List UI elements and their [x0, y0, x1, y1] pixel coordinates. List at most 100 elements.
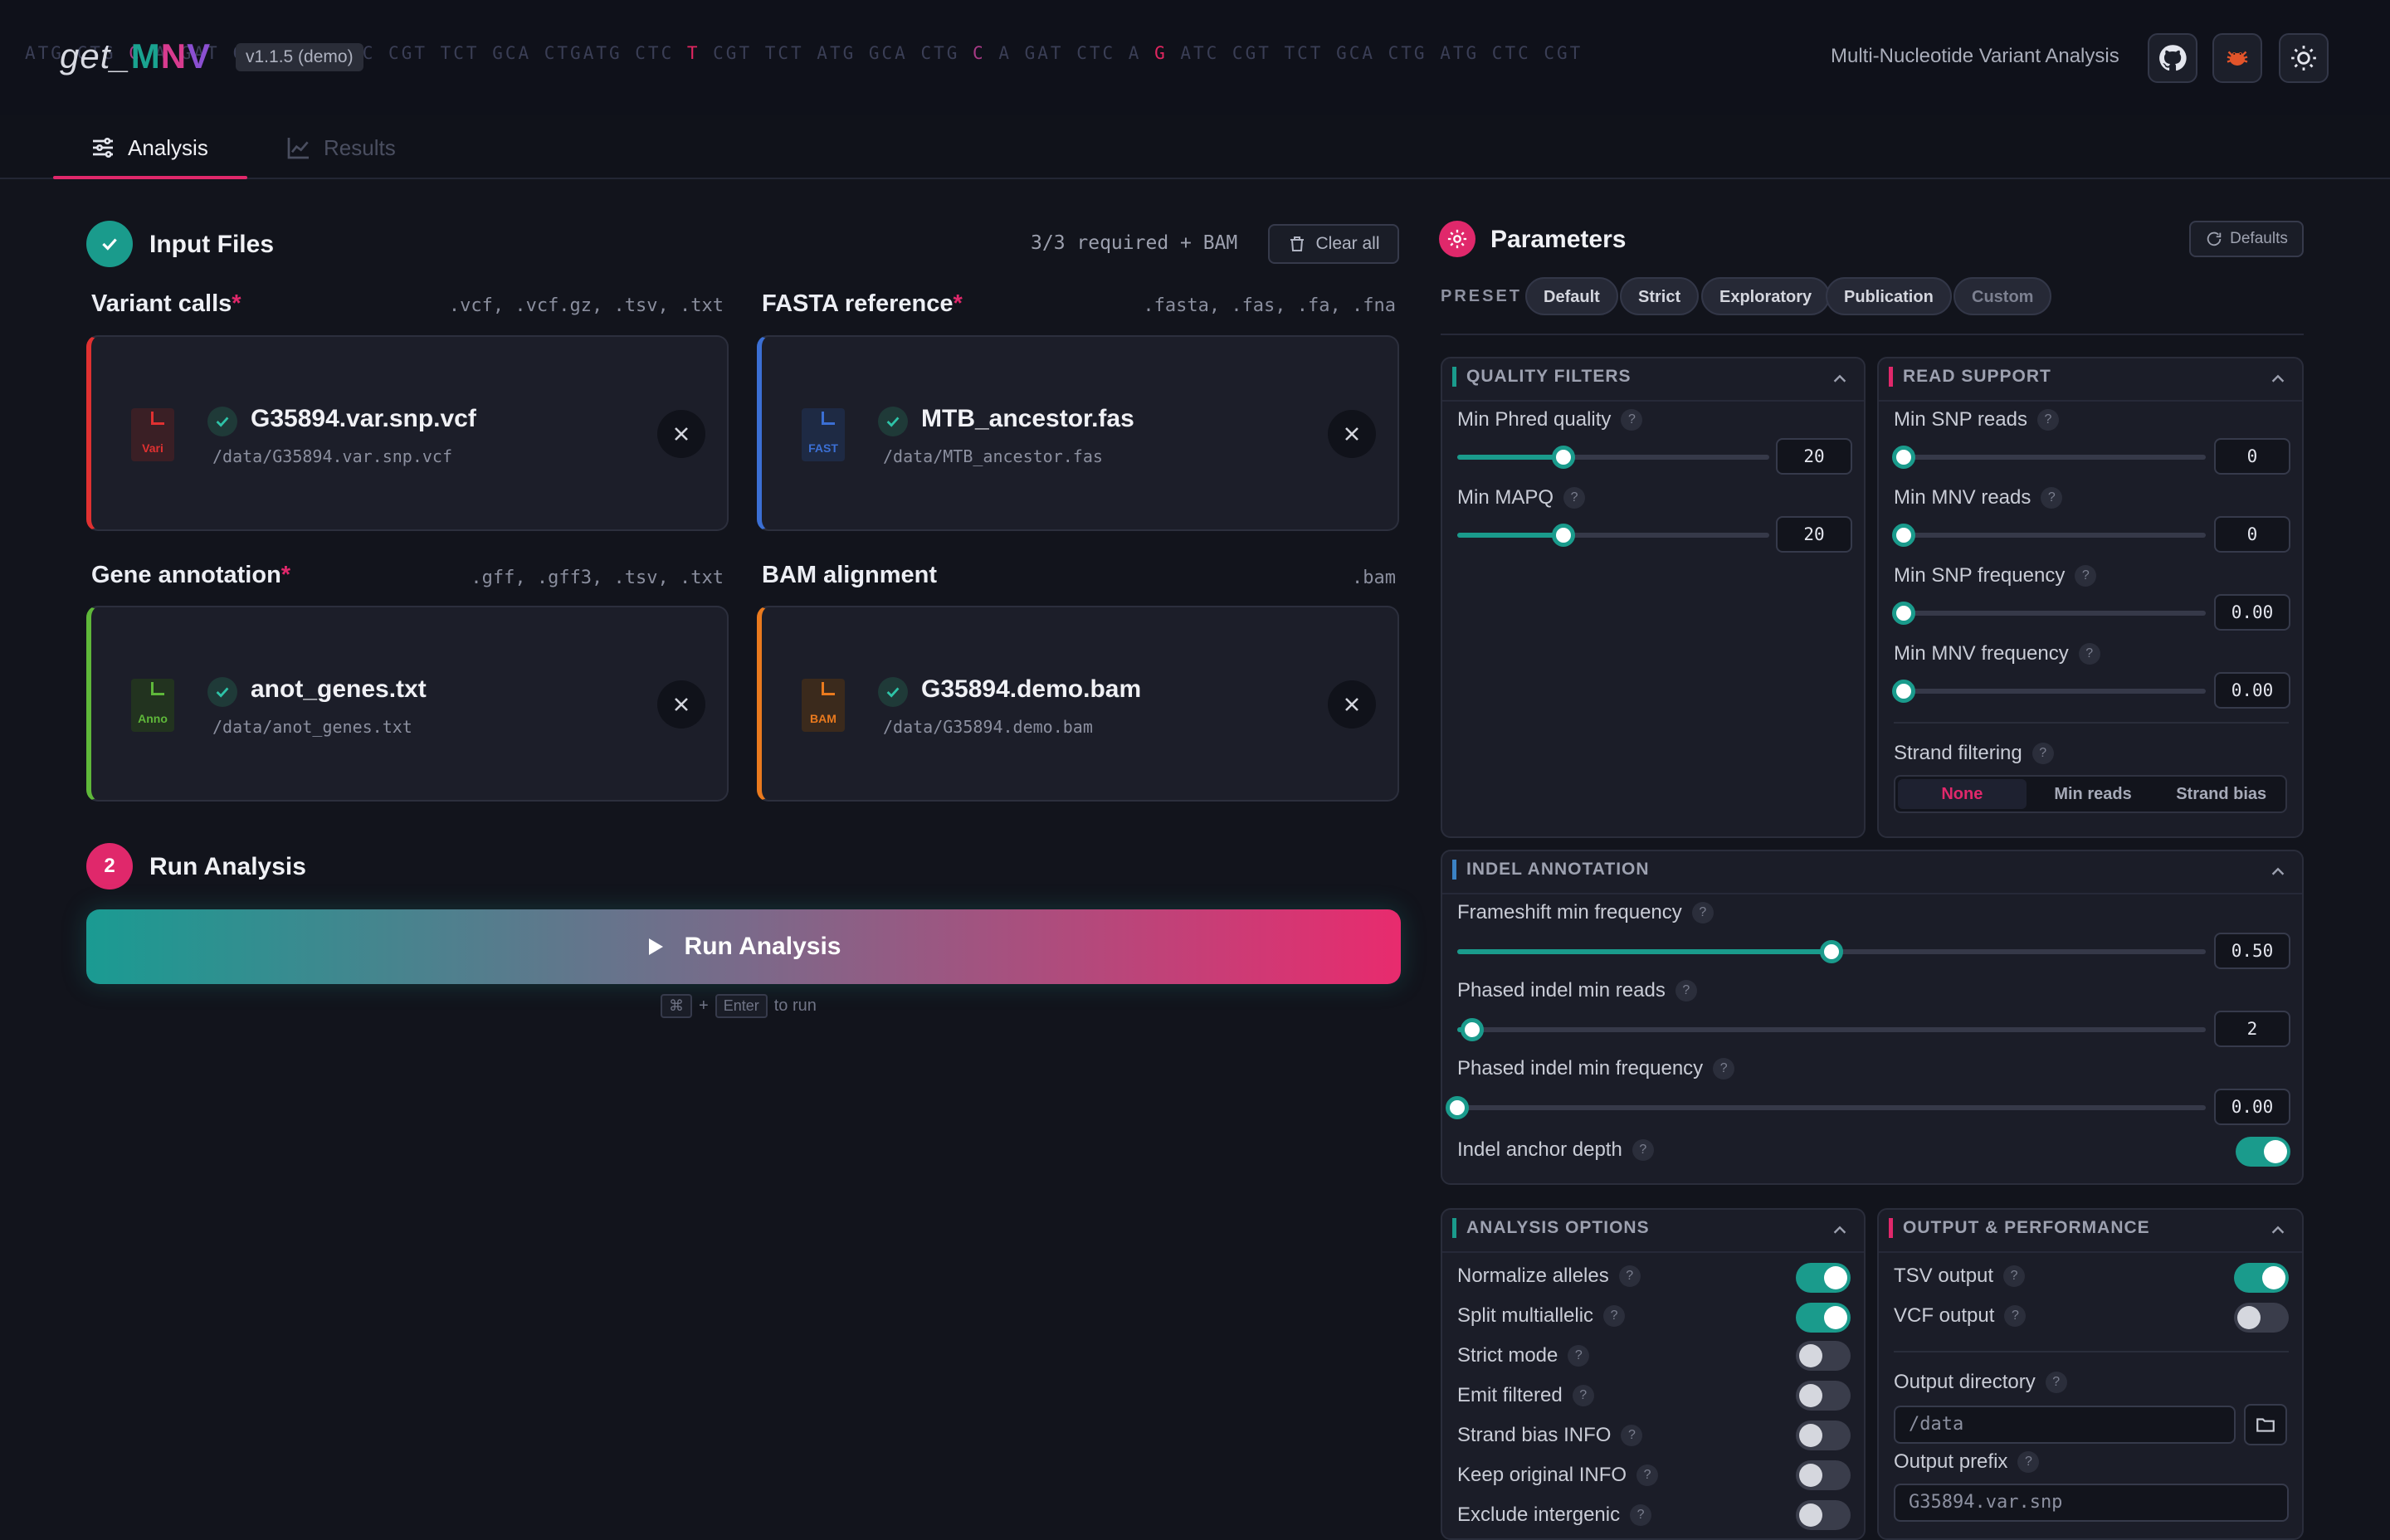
slider-thumb[interactable]	[1892, 524, 1915, 547]
strand-filter-strand-bias[interactable]: Strand bias	[2157, 777, 2285, 811]
help-icon[interactable]: ?	[2041, 487, 2063, 509]
strand-bias-info-toggle[interactable]	[1796, 1421, 1851, 1450]
min-phred-value[interactable]: 20	[1776, 438, 1852, 475]
help-icon[interactable]: ?	[1713, 1058, 1735, 1079]
tsv-output-toggle[interactable]	[2234, 1263, 2289, 1293]
exclude-intergenic-toggle[interactable]	[1796, 1500, 1851, 1530]
collapse-chevron-icon[interactable]	[2269, 863, 2287, 885]
min-snp-frequency-value[interactable]: 0.00	[2214, 594, 2290, 631]
help-icon[interactable]: ?	[1603, 1305, 1626, 1327]
emit-filtered-toggle[interactable]	[1796, 1381, 1851, 1411]
tab-analysis[interactable]: Analysis	[90, 129, 208, 166]
fasta-reference-card[interactable]: FAST MTB_ancestor.fas /data/MTB_ancestor…	[757, 335, 1399, 531]
preset-strict-chip[interactable]: Strict	[1620, 277, 1700, 315]
remove-gene-annotation-button[interactable]	[657, 680, 705, 729]
remove-variant-calls-button[interactable]	[657, 410, 705, 458]
preset-publication-chip[interactable]: Publication	[1826, 277, 1952, 315]
collapse-chevron-icon[interactable]	[1831, 370, 1849, 392]
min-mnv-frequency-slider[interactable]	[1892, 680, 2206, 703]
tab-results[interactable]: Results	[285, 129, 396, 166]
preset-default-chip[interactable]: Default	[1525, 277, 1618, 315]
slider-thumb[interactable]	[1892, 602, 1915, 625]
bam-alignment-card[interactable]: BAM G35894.demo.bam /data/G35894.demo.ba…	[757, 606, 1399, 802]
reset-defaults-button[interactable]: Defaults	[2189, 221, 2304, 257]
phased-indel-frequency-value[interactable]: 0.00	[2214, 1089, 2290, 1125]
parameters-title: Parameters	[1490, 226, 1627, 253]
help-icon[interactable]: ?	[2017, 1451, 2040, 1473]
preset-exploratory-chip[interactable]: Exploratory	[1701, 277, 1831, 315]
report-bug-button[interactable]	[2212, 33, 2262, 83]
help-icon[interactable]: ?	[2078, 643, 2100, 665]
help-icon[interactable]: ?	[2045, 1372, 2067, 1393]
help-icon[interactable]: ?	[1636, 1464, 1659, 1486]
remove-fasta-reference-button[interactable]	[1328, 410, 1376, 458]
read-support-title: READ SUPPORT	[1889, 367, 2051, 387]
help-icon[interactable]: ?	[1691, 902, 1714, 924]
collapse-chevron-icon[interactable]	[1831, 1221, 1849, 1244]
clear-all-button[interactable]: Clear all	[1268, 224, 1399, 264]
normalize-alleles-toggle[interactable]	[1796, 1263, 1851, 1293]
theme-toggle-button[interactable]	[2279, 33, 2329, 83]
help-icon[interactable]: ?	[1621, 409, 1643, 431]
slider-thumb[interactable]	[1446, 1096, 1469, 1119]
min-mnv-reads-slider[interactable]	[1892, 524, 2206, 547]
split-multiallelic-toggle[interactable]	[1796, 1303, 1851, 1333]
slider-thumb[interactable]	[1551, 524, 1575, 547]
output-prefix-input[interactable]: G35894.var.snp	[1894, 1484, 2289, 1522]
phased-indel-frequency-slider[interactable]	[1446, 1096, 2206, 1119]
keep-original-info-toggle[interactable]	[1796, 1460, 1851, 1490]
help-icon[interactable]: ?	[2032, 743, 2054, 764]
strand-filter-none[interactable]: None	[1898, 779, 2027, 809]
slider-thumb[interactable]	[1551, 446, 1575, 469]
strict-mode-toggle[interactable]	[1796, 1341, 1851, 1371]
help-icon[interactable]: ?	[1632, 1139, 1654, 1161]
min-mnv-reads-value[interactable]: 0	[2214, 516, 2290, 553]
min-mnv-frequency-label: Min MNV frequency?	[1894, 642, 2100, 665]
remove-bam-alignment-button[interactable]	[1328, 680, 1376, 729]
help-icon[interactable]: ?	[1630, 1504, 1652, 1526]
help-icon[interactable]: ?	[1621, 1425, 1643, 1446]
help-icon[interactable]: ?	[1572, 1385, 1594, 1406]
preset-custom-chip[interactable]: Custom	[1953, 277, 2052, 315]
help-icon[interactable]: ?	[2036, 409, 2059, 431]
collapse-chevron-icon[interactable]	[2269, 1221, 2287, 1244]
phased-indel-reads-value[interactable]: 2	[2214, 1011, 2290, 1047]
help-icon[interactable]: ?	[2003, 1265, 2026, 1287]
output-directory-input[interactable]: /data	[1894, 1406, 2236, 1444]
help-icon[interactable]: ?	[1563, 487, 1586, 509]
help-icon[interactable]: ?	[1568, 1345, 1590, 1367]
browse-directory-button[interactable]	[2244, 1404, 2287, 1445]
app-logo[interactable]: get_MNV	[60, 37, 211, 76]
slider-thumb[interactable]	[1892, 680, 1915, 703]
close-icon	[675, 427, 688, 441]
slider-thumb[interactable]	[1892, 446, 1915, 469]
min-mapq-value[interactable]: 20	[1776, 516, 1852, 553]
frameshift-slider[interactable]	[1457, 940, 2206, 963]
variant-calls-card[interactable]: Vari G35894.var.snp.vcf /data/G35894.var…	[86, 335, 729, 531]
min-snp-reads-value[interactable]: 0	[2214, 438, 2290, 475]
trash-icon	[1290, 236, 1305, 251]
phased-indel-reads-slider[interactable]	[1457, 1018, 2206, 1041]
min-snp-frequency-slider[interactable]	[1892, 602, 2206, 625]
indel-anchor-depth-toggle[interactable]	[2236, 1137, 2290, 1167]
min-phred-slider[interactable]	[1457, 446, 1769, 469]
slider-thumb[interactable]	[1461, 1018, 1485, 1041]
help-icon[interactable]: ?	[2004, 1305, 2027, 1327]
collapse-chevron-icon[interactable]	[2269, 370, 2287, 392]
run-analysis-button[interactable]: Run Analysis	[86, 909, 1401, 984]
strand-filter-min-reads[interactable]: Min reads	[2029, 777, 2158, 811]
github-button[interactable]	[2148, 33, 2197, 83]
help-icon[interactable]: ?	[1618, 1265, 1641, 1287]
frameshift-value[interactable]: 0.50	[2214, 933, 2290, 969]
min-mapq-slider[interactable]	[1457, 524, 1769, 547]
exclude-intergenic-label: Exclude intergenic?	[1457, 1503, 1652, 1527]
bam-alignment-extensions: .bam	[1352, 568, 1396, 588]
min-mnv-frequency-value[interactable]: 0.00	[2214, 672, 2290, 709]
min-snp-reads-slider[interactable]	[1892, 446, 2206, 469]
slider-thumb[interactable]	[1820, 940, 1843, 963]
help-icon[interactable]: ?	[2075, 565, 2097, 587]
help-icon[interactable]: ?	[1675, 980, 1697, 1001]
vcf-output-toggle[interactable]	[2234, 1303, 2289, 1333]
gene-annotation-card[interactable]: Anno anot_genes.txt /data/anot_genes.txt	[86, 606, 729, 802]
gene-annotation-label: Gene annotation*	[91, 562, 291, 588]
